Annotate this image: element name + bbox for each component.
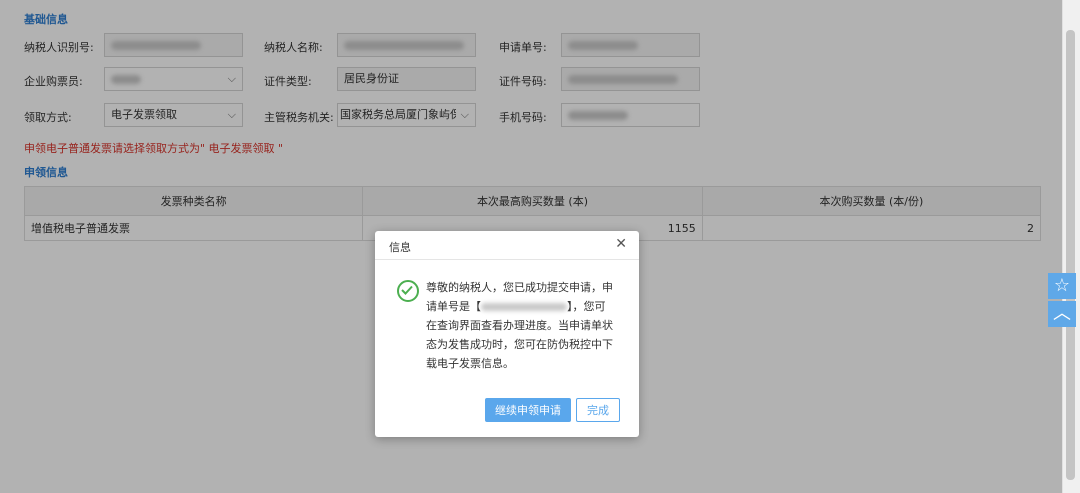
chevron-up-icon[interactable]: ︿ bbox=[1048, 301, 1076, 327]
scrollbar-thumb[interactable] bbox=[1066, 30, 1075, 480]
close-icon[interactable]: ✕ bbox=[615, 236, 627, 252]
continue-apply-button[interactable]: 继续申领申请 bbox=[485, 398, 571, 422]
done-button[interactable]: 完成 bbox=[576, 398, 620, 422]
success-dialog: 信息 ✕ 尊敬的纳税人，您已成功提交申请，申请单号是【 】，您可在查询界面查看办理… bbox=[375, 231, 639, 437]
dialog-title: 信息 bbox=[389, 241, 411, 254]
check-circle-icon bbox=[397, 280, 419, 302]
dialog-header: 信息 ✕ bbox=[375, 231, 639, 260]
dialog-message: 尊敬的纳税人，您已成功提交申请，申请单号是【 】，您可在查询界面查看办理进度。当申… bbox=[426, 278, 616, 373]
application-no-redacted bbox=[481, 303, 567, 311]
star-icon[interactable]: ☆ bbox=[1048, 273, 1076, 299]
